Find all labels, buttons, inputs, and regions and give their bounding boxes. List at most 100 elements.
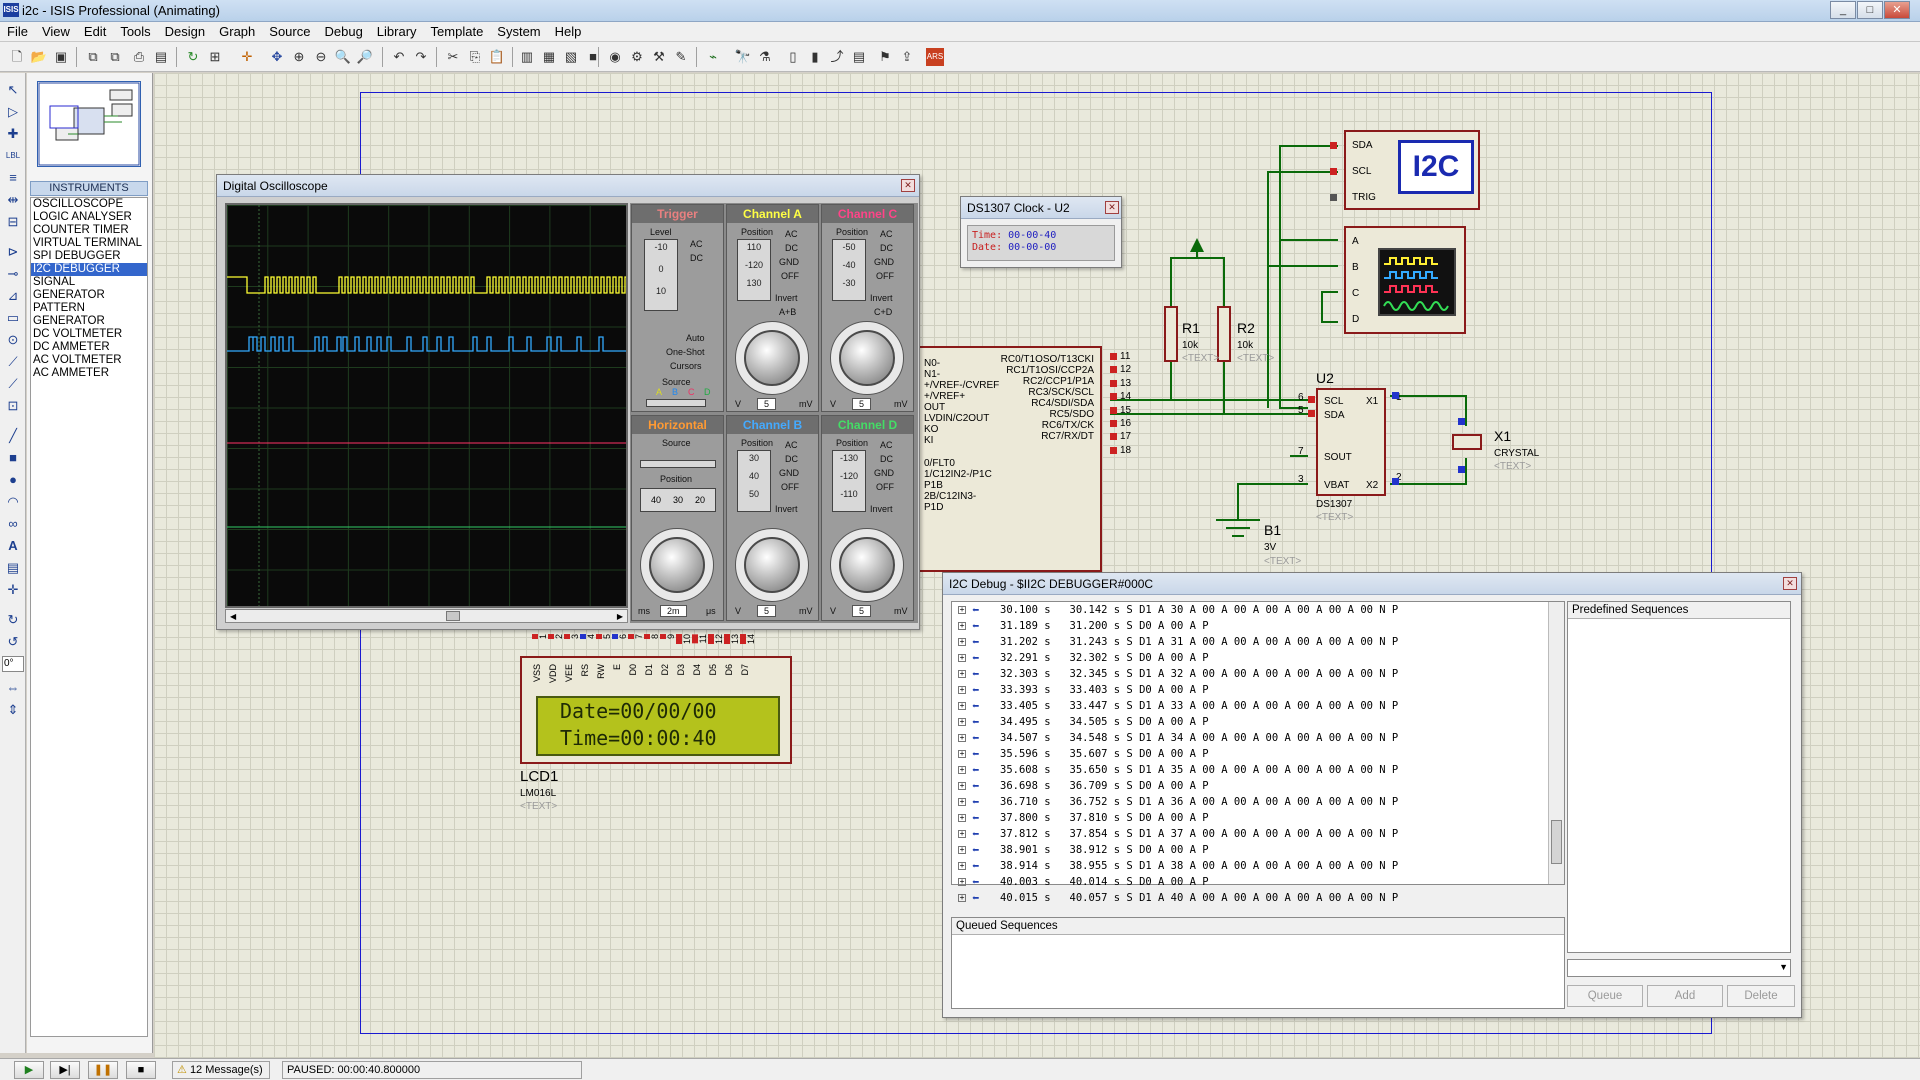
oscilloscope-component[interactable]: A B C D bbox=[1344, 226, 1466, 334]
delete-button[interactable]: Delete bbox=[1727, 985, 1795, 1007]
i2c-row[interactable]: + ⬅ 34.507 s 34.548 s S D1 A 34 A 00 A 00 … bbox=[952, 730, 1548, 746]
channel-d-volts-knob[interactable] bbox=[839, 537, 895, 593]
expand-icon[interactable]: + bbox=[958, 670, 966, 678]
channel-b-dc[interactable]: DC bbox=[785, 454, 798, 464]
expand-icon[interactable]: + bbox=[958, 750, 966, 758]
horizontal-source-slider[interactable] bbox=[640, 460, 716, 468]
queue-button[interactable]: Queue bbox=[1567, 985, 1643, 1007]
expand-icon[interactable]: + bbox=[958, 830, 966, 838]
expand-icon[interactable]: + bbox=[958, 894, 966, 902]
channel-a-gnd[interactable]: GND bbox=[779, 257, 799, 267]
i2c-row[interactable]: + ⬅ 37.812 s 37.854 s S D1 A 37 A 00 A 00 … bbox=[952, 826, 1548, 842]
channel-c-off[interactable]: OFF bbox=[876, 271, 894, 281]
channel-a-ac[interactable]: AC bbox=[785, 229, 798, 239]
channel-b-volts-knob[interactable] bbox=[744, 537, 800, 593]
i2c-debugger-component[interactable]: SDA SCL TRIG I2C bbox=[1344, 130, 1480, 210]
channel-d-ac[interactable]: AC bbox=[880, 440, 893, 450]
channel-a-position-slider[interactable]: 110 -120 130 bbox=[737, 239, 771, 301]
channel-a-volts-knob[interactable] bbox=[744, 330, 800, 386]
expand-icon[interactable]: + bbox=[958, 606, 966, 614]
channel-a-dc[interactable]: DC bbox=[785, 243, 798, 253]
step-button[interactable]: ▶| bbox=[50, 1061, 80, 1079]
scope-scrollbar[interactable]: ◀ ▶ bbox=[225, 609, 628, 623]
close-icon[interactable]: ✕ bbox=[901, 179, 915, 192]
i2c-row[interactable]: + ⬅ 40.015 s 40.057 s S D1 A 40 A 00 A 00 … bbox=[952, 890, 1548, 906]
expand-icon[interactable]: + bbox=[958, 734, 966, 742]
horizontal-position-slider[interactable]: 40 30 20 bbox=[640, 488, 716, 512]
expand-icon[interactable]: + bbox=[958, 702, 966, 710]
expand-icon[interactable]: + bbox=[958, 814, 966, 822]
channel-b-ac[interactable]: AC bbox=[785, 440, 798, 450]
queued-sequences-panel[interactable]: Queued Sequences bbox=[951, 917, 1565, 1009]
source-a[interactable]: A bbox=[656, 387, 662, 397]
channel-b-position-slider[interactable]: 30 40 50 bbox=[737, 450, 771, 512]
channel-b-invert[interactable]: Invert bbox=[775, 504, 798, 514]
expand-icon[interactable]: + bbox=[958, 878, 966, 886]
resistor-r1[interactable] bbox=[1164, 306, 1178, 362]
channel-a-sum[interactable]: A+B bbox=[779, 307, 796, 317]
pic-microcontroller[interactable]: RC0/T1OSO/T13CKI RC1/T1OSI/CCP2A RC2/CCP1/… bbox=[918, 346, 1102, 572]
i2c-row[interactable]: + ⬅ 38.914 s 38.955 s S D1 A 38 A 00 A 00 … bbox=[952, 858, 1548, 874]
i2c-row[interactable]: + ⬅ 40.003 s 40.014 s S D0 A 00 A P bbox=[952, 874, 1548, 890]
channel-a-invert[interactable]: Invert bbox=[775, 293, 798, 303]
trigger-one-shot[interactable]: One-Shot bbox=[666, 347, 705, 357]
trigger-dc[interactable]: DC bbox=[690, 253, 703, 263]
digital-oscilloscope-window[interactable]: Digital Oscilloscope ✕ ◀ ▶ Trigger Level… bbox=[216, 174, 920, 630]
stop-button[interactable]: ■ bbox=[126, 1061, 156, 1079]
predefined-sequences-panel[interactable]: Predefined Sequences bbox=[1567, 601, 1791, 953]
source-b[interactable]: B bbox=[672, 387, 678, 397]
i2c-row[interactable]: + ⬅ 33.405 s 33.447 s S D1 A 33 A 00 A 00 … bbox=[952, 698, 1548, 714]
channel-a-off[interactable]: OFF bbox=[781, 271, 799, 281]
pause-button[interactable]: ❚❚ bbox=[88, 1061, 118, 1079]
timebase-knob[interactable] bbox=[649, 537, 705, 593]
i2c-row[interactable]: + ⬅ 34.495 s 34.505 s S D0 A 00 A P bbox=[952, 714, 1548, 730]
channel-d-invert[interactable]: Invert bbox=[870, 504, 893, 514]
expand-icon[interactable]: + bbox=[958, 718, 966, 726]
i2c-row[interactable]: + ⬅ 32.303 s 32.345 s S D1 A 32 A 00 A 00 … bbox=[952, 666, 1548, 682]
channel-b-off[interactable]: OFF bbox=[781, 482, 799, 492]
source-slider[interactable] bbox=[646, 399, 706, 407]
channel-c-dc[interactable]: DC bbox=[880, 243, 893, 253]
expand-icon[interactable]: + bbox=[958, 798, 966, 806]
i2c-row[interactable]: + ⬅ 36.710 s 36.752 s S D1 A 36 A 00 A 00 … bbox=[952, 794, 1548, 810]
expand-icon[interactable]: + bbox=[958, 622, 966, 630]
ds1307-chip[interactable]: SCL SDA SOUT VBAT X1 X2 bbox=[1316, 388, 1386, 496]
i2c-row[interactable]: + ⬅ 37.800 s 37.810 s S D0 A 00 A P bbox=[952, 810, 1548, 826]
source-d[interactable]: D bbox=[704, 387, 711, 397]
i2c-row[interactable]: + ⬅ 33.393 s 33.403 s S D0 A 00 A P bbox=[952, 682, 1548, 698]
trigger-auto[interactable]: Auto bbox=[686, 333, 705, 343]
channel-c-position-slider[interactable]: -50 -40 -30 bbox=[832, 239, 866, 301]
channel-c-gnd[interactable]: GND bbox=[874, 257, 894, 267]
i2c-row[interactable]: + ⬅ 32.291 s 32.302 s S D0 A 00 A P bbox=[952, 650, 1548, 666]
add-button[interactable]: Add bbox=[1647, 985, 1723, 1007]
play-button[interactable]: ▶ bbox=[14, 1061, 44, 1079]
close-icon[interactable]: ✕ bbox=[1105, 201, 1119, 214]
ds1307-clock-window[interactable]: DS1307 Clock - U2 ✕ Time: 00-00-40 Date:… bbox=[960, 196, 1122, 268]
channel-d-off[interactable]: OFF bbox=[876, 482, 894, 492]
channel-d-gnd[interactable]: GND bbox=[874, 468, 894, 478]
i2c-debug-window[interactable]: I2C Debug - $II2C DEBUGGER#000C ✕ + ⬅ 30.1… bbox=[942, 572, 1802, 1018]
expand-icon[interactable]: + bbox=[958, 846, 966, 854]
i2c-row[interactable]: + ⬅ 38.901 s 38.912 s S D0 A 00 A P bbox=[952, 842, 1548, 858]
expand-icon[interactable]: + bbox=[958, 862, 966, 870]
channel-c-sum[interactable]: C+D bbox=[874, 307, 892, 317]
lcd-module[interactable]: VSS VDD VEE RS RW E D0 D1 D2 D3 D4 D5 D6 D7 Date=00/0… bbox=[520, 656, 792, 764]
sequence-dropdown[interactable]: ▼ bbox=[1567, 959, 1791, 977]
expand-icon[interactable]: + bbox=[958, 686, 966, 694]
channel-d-dc[interactable]: DC bbox=[880, 454, 893, 464]
expand-icon[interactable]: + bbox=[958, 766, 966, 774]
i2c-row[interactable]: + ⬅ 31.202 s 31.243 s S D1 A 31 A 00 A 00 … bbox=[952, 634, 1548, 650]
trigger-cursors[interactable]: Cursors bbox=[670, 361, 702, 371]
i2c-row[interactable]: + ⬅ 35.596 s 35.607 s S D0 A 00 A P bbox=[952, 746, 1548, 762]
expand-icon[interactable]: + bbox=[958, 782, 966, 790]
trigger-level-slider[interactable]: -10 0 10 bbox=[644, 239, 678, 311]
channel-b-gnd[interactable]: GND bbox=[779, 468, 799, 478]
channel-d-position-slider[interactable]: -130 -120 -110 bbox=[832, 450, 866, 512]
i2c-row[interactable]: + ⬅ 30.100 s 30.142 s S D1 A 30 A 00 A 00 … bbox=[952, 602, 1548, 618]
messages-indicator[interactable]: ⚠ 12 Message(s) bbox=[172, 1061, 270, 1079]
i2c-row[interactable]: + ⬅ 36.698 s 36.709 s S D0 A 00 A P bbox=[952, 778, 1548, 794]
expand-icon[interactable]: + bbox=[958, 654, 966, 662]
channel-c-invert[interactable]: Invert bbox=[870, 293, 893, 303]
expand-icon[interactable]: + bbox=[958, 638, 966, 646]
channel-c-ac[interactable]: AC bbox=[880, 229, 893, 239]
